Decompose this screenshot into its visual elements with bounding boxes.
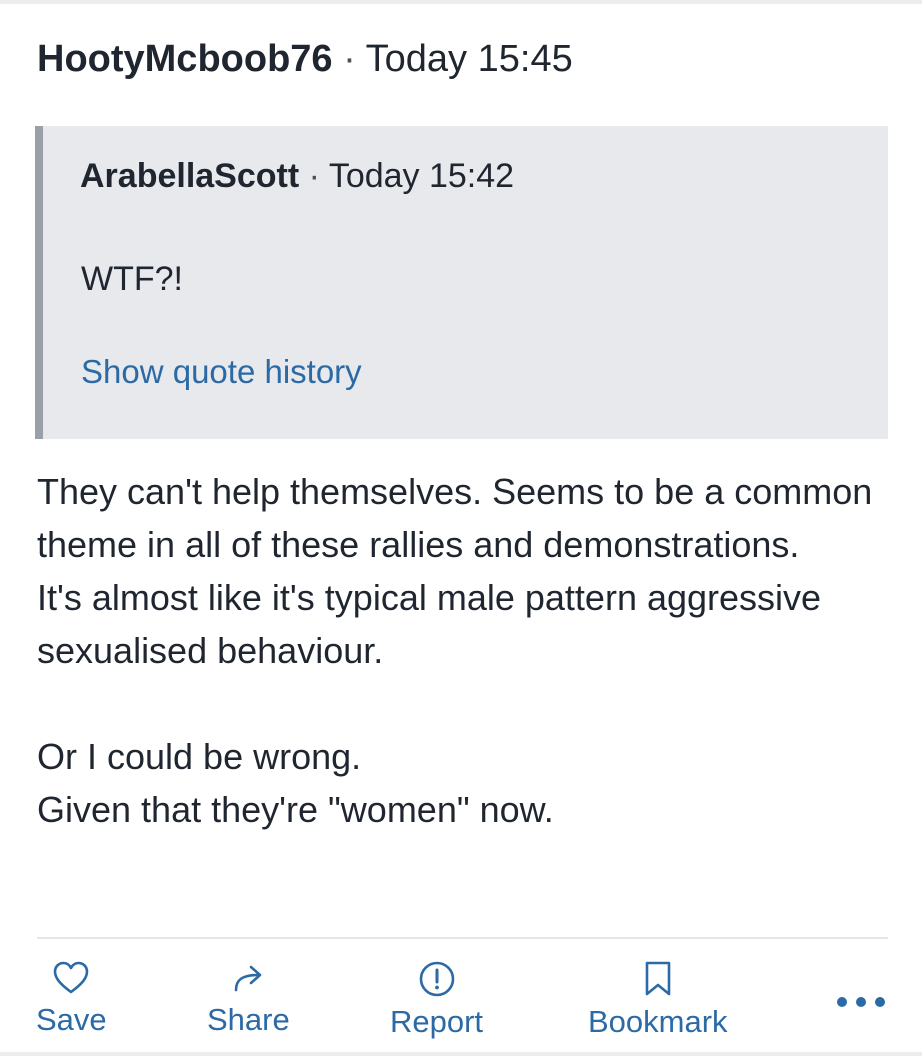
save-label: Save	[36, 1002, 107, 1037]
more-options-button[interactable]	[834, 992, 888, 1012]
share-button[interactable]: Share	[207, 960, 290, 1038]
report-button[interactable]: Report	[390, 960, 483, 1040]
bookmark-label: Bookmark	[588, 1004, 728, 1039]
post-body: They can't help themselves. Seems to be …	[37, 465, 897, 836]
heart-icon	[54, 961, 89, 994]
quote-separator: ·	[308, 157, 320, 195]
post-username[interactable]: HootyMcboob76	[37, 38, 333, 80]
share-label: Share	[207, 1002, 290, 1037]
more-dots-icon	[837, 997, 885, 1007]
actions-divider	[37, 937, 888, 939]
top-divider	[0, 0, 922, 4]
show-quote-history-link[interactable]: Show quote history	[81, 352, 362, 392]
save-button[interactable]: Save	[36, 960, 107, 1038]
quote-username[interactable]: ArabellaScott	[80, 157, 299, 195]
quote-timestamp: Today 15:42	[328, 157, 515, 195]
post-body-paragraph: Given that they're "women" now.	[37, 789, 554, 830]
post-body-paragraph: It's almost like it's typical male patte…	[37, 577, 822, 671]
quote-header: ArabellaScott · Today 15:42	[80, 156, 514, 196]
bottom-divider	[0, 1052, 922, 1056]
post-timestamp: Today 15:45	[365, 38, 573, 80]
share-arrow-icon	[235, 965, 262, 992]
bookmark-button[interactable]: Bookmark	[588, 960, 728, 1040]
post-header: HootyMcboob76 · Today 15:45	[37, 36, 573, 82]
bookmark-icon	[645, 961, 671, 996]
quote-text: WTF?!	[81, 260, 183, 298]
post-body-paragraph: Or I could be wrong.	[37, 736, 362, 777]
exclamation-circle-icon	[419, 961, 454, 997]
header-separator: ·	[343, 38, 356, 80]
quoted-post: ArabellaScott · Today 15:42 WTF?! Show q…	[35, 126, 888, 439]
report-label: Report	[390, 1004, 484, 1039]
post-body-paragraph: They can't help themselves. Seems to be …	[37, 471, 873, 565]
